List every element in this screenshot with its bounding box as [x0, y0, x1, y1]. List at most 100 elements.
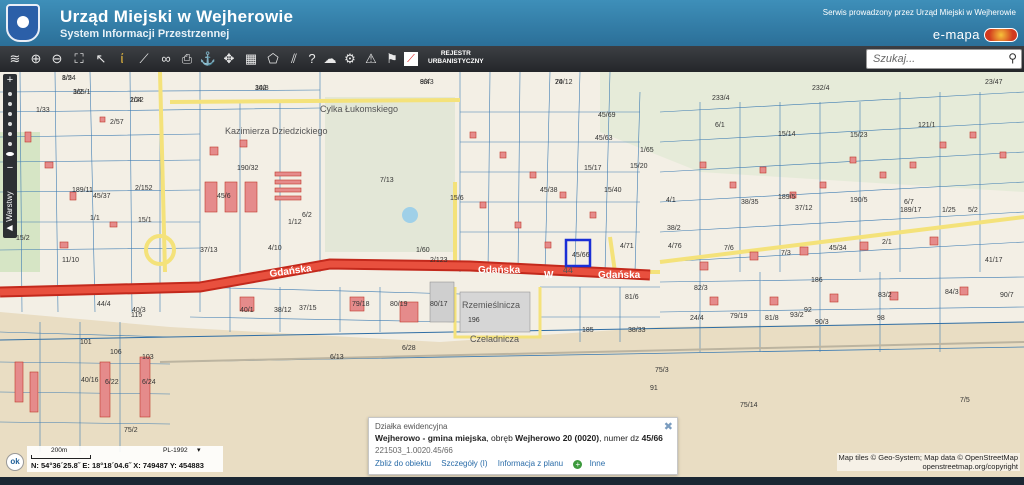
parcel-label: 190/5: [850, 197, 868, 204]
details-link[interactable]: Szczegóły (I): [441, 459, 487, 468]
zoom-slider-handle[interactable]: [6, 152, 14, 156]
parcel-label: 6/24: [142, 379, 156, 386]
warning-icon[interactable]: ⚠: [362, 50, 380, 68]
parcel-label: 93/2: [790, 312, 804, 319]
parcel-label: 75/2: [124, 427, 138, 434]
marker-icon[interactable]: ⚑: [383, 50, 401, 68]
layers-tab[interactable]: ▶ Warstwy: [3, 186, 17, 238]
zoom-to-object-link[interactable]: Zbliż do obiektu: [375, 459, 431, 468]
rejestr-urbanistyczny-button[interactable]: REJESTR URBANISTYCZNY: [428, 50, 484, 66]
parcel-label: 92: [804, 307, 812, 314]
link-icon[interactable]: ∞: [157, 50, 175, 68]
zoom-in-icon[interactable]: ⊕: [27, 50, 45, 68]
more-link[interactable]: Inne: [590, 459, 606, 468]
crs-select[interactable]: PL-1992: [163, 447, 188, 454]
map-attribution: Map tiles © Geo-System; Map data © OpenS…: [836, 453, 1020, 471]
street-label-czeladnicza: Czeladnicza: [470, 334, 519, 344]
select-pointer-icon[interactable]: ↖: [92, 50, 110, 68]
parcel-label: 45/63: [595, 135, 613, 142]
parcel-label: 40/16: [81, 377, 99, 384]
parcel-label: 185: [582, 327, 594, 334]
zoom-out-icon[interactable]: ⊖: [48, 50, 66, 68]
parcel-label: 4/76: [668, 243, 682, 250]
parcel-label: 15/1: [138, 217, 152, 224]
zoom-out-button[interactable]: −: [3, 162, 17, 174]
zoom-level-dot[interactable]: [8, 92, 12, 96]
parcel-label: 6/28: [402, 345, 416, 352]
pond: [402, 207, 418, 223]
parcel-label: 98: [877, 315, 885, 322]
parcel-label: 15/20: [630, 163, 648, 170]
search-icon[interactable]: ⚲: [1008, 51, 1017, 65]
help-icon[interactable]: ?: [303, 50, 321, 68]
parcel-label: 106: [110, 349, 122, 356]
plus-icon[interactable]: +: [573, 460, 583, 469]
street-label-rzemieslnicza: Rzemieślnicza: [462, 300, 520, 310]
road-number-label-2: 44: [563, 265, 573, 275]
search-input[interactable]: Szukaj... ⚲: [866, 49, 1022, 69]
parcel-label: 233/4: [712, 95, 730, 102]
parcel-label: 89/3: [420, 79, 434, 86]
parcel-label: 196: [468, 317, 480, 324]
pan-icon[interactable]: ✥: [220, 50, 238, 68]
settings-icon[interactable]: ⚙: [341, 50, 359, 68]
parcel-label: 37/13: [200, 247, 218, 254]
app-title: Urząd Miejski w Wejherowie: [60, 7, 294, 26]
parcel-label: 15/2: [16, 235, 30, 242]
parcel-label: 6/13: [330, 354, 344, 361]
parcel-label: 45/69: [598, 112, 616, 119]
parcel-label: 6/7: [904, 199, 914, 206]
parcel-label: 79/18: [352, 301, 370, 308]
hatch-icon[interactable]: ⫽: [285, 50, 303, 68]
info-icon[interactable]: ί: [113, 50, 131, 68]
popup-links: Zbliż do obiektu Szczegóły (I) Informacj…: [375, 459, 613, 469]
parcel-label: 1/65: [640, 147, 654, 154]
parcel-label: 37/12: [795, 205, 813, 212]
zoom-level-dot[interactable]: [8, 132, 12, 136]
parcel-label: 101: [80, 339, 92, 346]
zoom-extent-icon[interactable]: ⛶: [70, 50, 88, 68]
chevron-down-icon[interactable]: ▾: [197, 446, 201, 454]
parcel-label: 121/1: [918, 122, 936, 129]
parcel-label: 103: [142, 354, 154, 361]
parcel-identifier: 221503_1.0020.45/66: [375, 446, 453, 455]
parcel-info-popup: Działka ewidencyjna ✖ Wejherowo - gmina …: [368, 417, 678, 475]
parcel-label: 38/12: [274, 307, 292, 314]
close-icon[interactable]: ✖: [664, 420, 673, 433]
attribution-link[interactable]: openstreetmap.org/copyright: [839, 462, 1018, 471]
edit-icon[interactable]: ⟋: [404, 52, 418, 66]
area-icon[interactable]: ⬠: [264, 50, 282, 68]
parcel-label: 15/40: [604, 187, 622, 194]
parcel-label: 81/6: [625, 294, 639, 301]
plan-info-link[interactable]: Informacja z planu: [498, 459, 563, 468]
layers-tab-label: Warstwy: [5, 191, 14, 222]
street-label-gdanska-2: Gdańska: [478, 265, 521, 276]
parcel-label: 189/17: [900, 207, 922, 214]
parcel-label: 45/38: [540, 187, 558, 194]
parcel-label: 90/7: [1000, 292, 1014, 299]
parcel-label: 15/17: [584, 165, 602, 172]
zoom-in-button[interactable]: +: [3, 74, 17, 86]
scale-bar: [31, 455, 91, 459]
parcel-label: 4/10: [268, 245, 282, 252]
parcel-label: 91: [650, 385, 658, 392]
parcel-label: 41/17: [985, 257, 1003, 264]
anchor-icon[interactable]: ⚓: [199, 50, 217, 68]
zoom-level-dot[interactable]: [8, 122, 12, 126]
zoom-level-dot[interactable]: [8, 102, 12, 106]
parcel-label: 4/71: [620, 243, 634, 250]
print-icon[interactable]: ⎙: [178, 50, 196, 68]
parcel-locality: Wejherowo - gmina miejska: [375, 433, 487, 443]
layout-icon[interactable]: ▦: [242, 50, 260, 68]
search-placeholder: Szukaj...: [873, 53, 916, 65]
parcel-label: 115: [131, 312, 142, 319]
measure-icon[interactable]: ⟋: [135, 50, 153, 68]
parcel-label: 82/3: [694, 285, 708, 292]
ok-button[interactable]: ok: [6, 453, 24, 471]
cloud-icon[interactable]: ☁: [321, 50, 339, 68]
zoom-level-dot[interactable]: [8, 112, 12, 116]
parcel-label: 6/1: [715, 122, 725, 129]
zoom-level-dot[interactable]: [8, 142, 12, 146]
layers-icon[interactable]: ≋: [6, 50, 24, 68]
rejestr-label-line2: URBANISTYCZNY: [428, 58, 484, 65]
